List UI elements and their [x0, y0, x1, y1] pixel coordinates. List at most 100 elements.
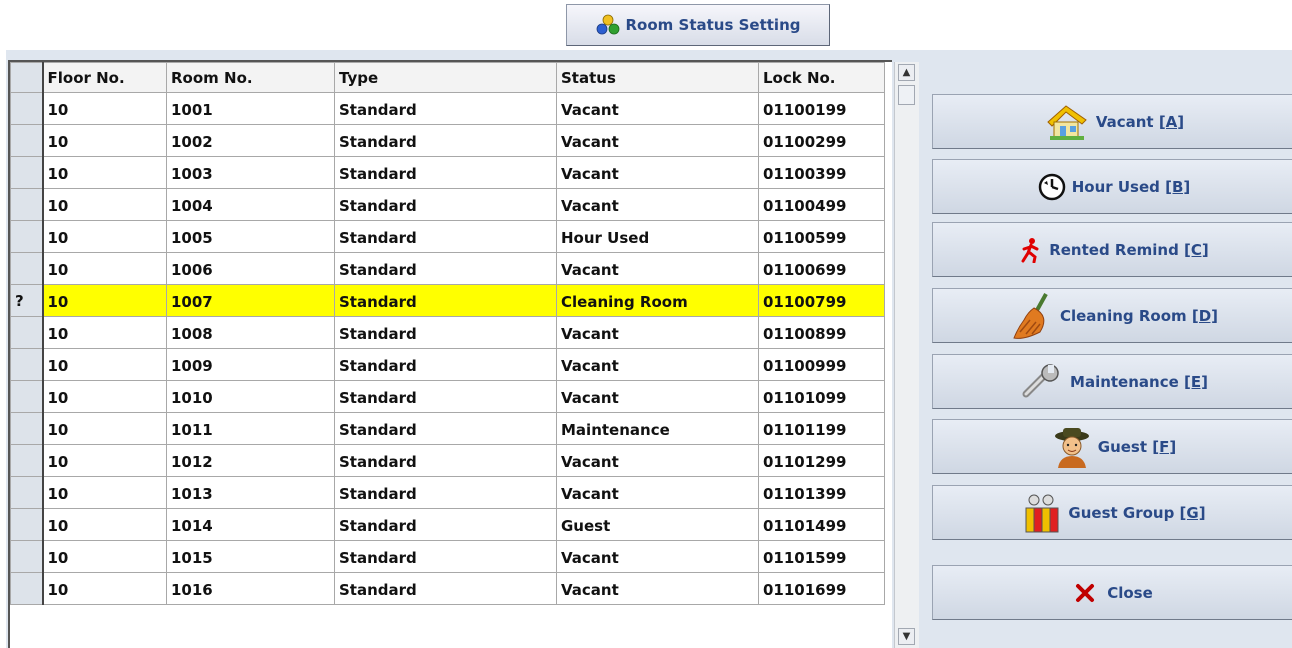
col-floor-no[interactable]: Floor No. — [42, 62, 167, 93]
lock-cell[interactable]: 01101299 — [758, 444, 885, 477]
table-row[interactable]: 10 1014 Standard Guest 01101499 — [10, 508, 885, 541]
lock-cell[interactable]: 01101099 — [758, 380, 885, 413]
room-status-setting-button[interactable]: Room Status Setting — [566, 4, 830, 46]
scroll-thumb[interactable] — [898, 85, 915, 105]
row-indicator[interactable] — [10, 412, 44, 445]
status-cell[interactable]: Vacant — [556, 540, 759, 573]
lock-cell[interactable]: 01100999 — [758, 348, 885, 381]
type-cell[interactable]: Standard — [334, 156, 557, 189]
type-cell[interactable]: Standard — [334, 508, 557, 541]
close-button[interactable]: Close — [932, 565, 1292, 620]
room-cell[interactable]: 1008 — [166, 316, 335, 349]
lock-cell[interactable]: 01100899 — [758, 316, 885, 349]
maintenance-button[interactable]: Maintenance [E] — [932, 354, 1292, 409]
scroll-up-arrow-icon[interactable]: ▲ — [898, 64, 915, 81]
room-cell[interactable]: 1011 — [166, 412, 335, 445]
table-row[interactable]: 10 1015 Standard Vacant 01101599 — [10, 540, 885, 573]
floor-cell[interactable]: 10 — [42, 412, 167, 445]
type-cell[interactable]: Standard — [334, 444, 557, 477]
status-cell[interactable]: Vacant — [556, 188, 759, 221]
lock-cell[interactable]: 01100299 — [758, 124, 885, 157]
status-cell[interactable]: Hour Used — [556, 220, 759, 253]
lock-cell[interactable]: 01100699 — [758, 252, 885, 285]
room-cell[interactable]: 1016 — [166, 572, 335, 605]
status-cell[interactable]: Vacant — [556, 124, 759, 157]
room-cell[interactable]: 1003 — [166, 156, 335, 189]
row-indicator[interactable] — [10, 252, 44, 285]
row-indicator[interactable] — [10, 380, 44, 413]
row-indicator[interactable] — [10, 124, 44, 157]
type-cell[interactable]: Standard — [334, 572, 557, 605]
table-row[interactable]: 10 1012 Standard Vacant 01101299 — [10, 444, 885, 477]
rented-remind-button[interactable]: Rented Remind [C] — [932, 222, 1292, 277]
status-cell[interactable]: Vacant — [556, 92, 759, 125]
lock-cell[interactable]: 01100499 — [758, 188, 885, 221]
status-cell[interactable]: Cleaning Room — [556, 284, 759, 317]
table-row[interactable]: 10 1006 Standard Vacant 01100699 — [10, 252, 885, 285]
table-row[interactable]: 10 1003 Standard Vacant 01100399 — [10, 156, 885, 189]
row-indicator[interactable] — [10, 220, 44, 253]
row-indicator[interactable] — [10, 444, 44, 477]
col-type[interactable]: Type — [334, 62, 557, 93]
status-cell[interactable]: Vacant — [556, 156, 759, 189]
floor-cell[interactable]: 10 — [42, 476, 167, 509]
room-cell[interactable]: 1013 — [166, 476, 335, 509]
floor-cell[interactable]: 10 — [42, 572, 167, 605]
status-cell[interactable]: Vacant — [556, 316, 759, 349]
type-cell[interactable]: Standard — [334, 380, 557, 413]
floor-cell[interactable]: 10 — [42, 380, 167, 413]
lock-cell[interactable]: 01101399 — [758, 476, 885, 509]
table-row[interactable]: 10 1011 Standard Maintenance 01101199 — [10, 412, 885, 445]
vacant-button[interactable]: Vacant [A] — [932, 94, 1292, 149]
floor-cell[interactable]: 10 — [42, 284, 167, 317]
room-cell[interactable]: 1004 — [166, 188, 335, 221]
type-cell[interactable]: Standard — [334, 188, 557, 221]
row-indicator[interactable] — [10, 508, 44, 541]
table-row[interactable]: 10 1004 Standard Vacant 01100499 — [10, 188, 885, 221]
room-cell[interactable]: 1001 — [166, 92, 335, 125]
status-cell[interactable]: Vacant — [556, 444, 759, 477]
status-cell[interactable]: Guest — [556, 508, 759, 541]
room-cell[interactable]: 1009 — [166, 348, 335, 381]
table-row[interactable]: 10 1005 Standard Hour Used 01100599 — [10, 220, 885, 253]
type-cell[interactable]: Standard — [334, 476, 557, 509]
status-cell[interactable]: Vacant — [556, 348, 759, 381]
floor-cell[interactable]: 10 — [42, 188, 167, 221]
room-cell[interactable]: 1007 — [166, 284, 335, 317]
row-indicator[interactable] — [10, 572, 44, 605]
lock-cell[interactable]: 01100399 — [758, 156, 885, 189]
floor-cell[interactable]: 10 — [42, 540, 167, 573]
scroll-down-arrow-icon[interactable]: ▼ — [898, 628, 915, 645]
floor-cell[interactable]: 10 — [42, 316, 167, 349]
status-cell[interactable]: Maintenance — [556, 412, 759, 445]
type-cell[interactable]: Standard — [334, 124, 557, 157]
status-cell[interactable]: Vacant — [556, 476, 759, 509]
vertical-scrollbar[interactable]: ▲ ▼ — [894, 62, 919, 648]
row-indicator[interactable] — [10, 540, 44, 573]
table-row[interactable]: 10 1010 Standard Vacant 01101099 — [10, 380, 885, 413]
floor-cell[interactable]: 10 — [42, 220, 167, 253]
type-cell[interactable]: Standard — [334, 284, 557, 317]
type-cell[interactable]: Standard — [334, 316, 557, 349]
room-cell[interactable]: 1014 — [166, 508, 335, 541]
lock-cell[interactable]: 01101699 — [758, 572, 885, 605]
type-cell[interactable]: Standard — [334, 412, 557, 445]
lock-cell[interactable]: 01101199 — [758, 412, 885, 445]
lock-cell[interactable]: 01100199 — [758, 92, 885, 125]
type-cell[interactable]: Standard — [334, 252, 557, 285]
row-indicator[interactable] — [10, 92, 44, 125]
table-row[interactable]: 10 1016 Standard Vacant 01101699 — [10, 572, 885, 605]
room-cell[interactable]: 1015 — [166, 540, 335, 573]
row-indicator[interactable] — [10, 476, 44, 509]
row-indicator[interactable]: ? — [10, 284, 44, 317]
status-cell[interactable]: Vacant — [556, 380, 759, 413]
guest-button[interactable]: Guest [F] — [932, 419, 1292, 474]
table-row[interactable]: 10 1001 Standard Vacant 01100199 — [10, 92, 885, 125]
row-indicator[interactable] — [10, 316, 44, 349]
status-cell[interactable]: Vacant — [556, 572, 759, 605]
cleaning-room-button[interactable]: Cleaning Room [D] — [932, 288, 1292, 343]
type-cell[interactable]: Standard — [334, 348, 557, 381]
guest-group-button[interactable]: Guest Group [G] — [932, 485, 1292, 540]
floor-cell[interactable]: 10 — [42, 252, 167, 285]
row-indicator[interactable] — [10, 348, 44, 381]
